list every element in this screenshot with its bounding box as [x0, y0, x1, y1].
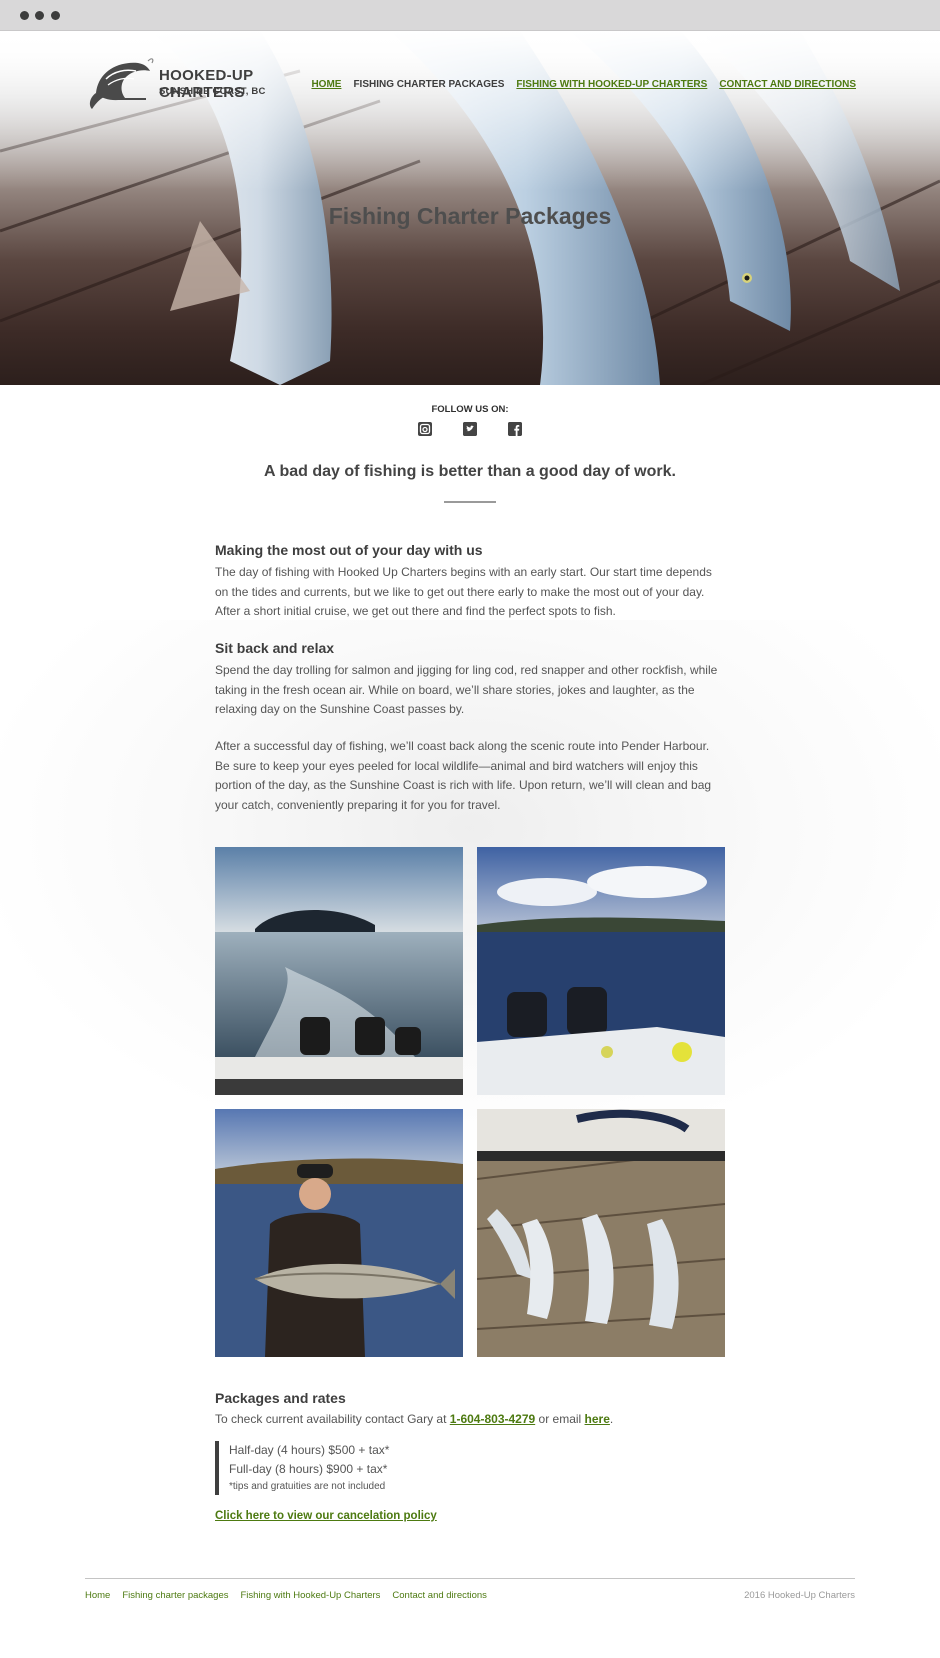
- packages-contact: To check current availability contact Ga…: [215, 1412, 613, 1426]
- hero-banner: HOOKED-UP CHARTERS SUNSHINE COAST, BC HO…: [0, 31, 940, 385]
- tagline-quote: A bad day of fishing is better than a go…: [264, 463, 676, 480]
- social-links: [0, 422, 940, 436]
- site-logo[interactable]: HOOKED-UP CHARTERS SUNSHINE COAST, BC: [86, 53, 298, 115]
- section-making-the-most: Making the most out of your day with us …: [215, 542, 725, 622]
- follow-label: FOLLOW US ON:: [431, 404, 509, 415]
- contact-middle: or email: [535, 1412, 585, 1426]
- section-body: Spend the day trolling for salmon and ji…: [215, 663, 718, 716]
- cancelation-policy-link[interactable]: Click here to view our cancelation polic…: [215, 1510, 437, 1522]
- nav-fishing-charter-packages[interactable]: FISHING CHARTER PACKAGES: [353, 79, 504, 90]
- divider: [444, 501, 496, 503]
- nav-fishing-with-hooked-up[interactable]: FISHING WITH HOOKED-UP CHARTERS: [516, 79, 707, 90]
- window-close-dot[interactable]: [20, 11, 29, 20]
- footer-link-fishing-with[interactable]: Fishing with Hooked-Up Charters: [240, 1590, 380, 1601]
- facebook-icon[interactable]: [508, 422, 522, 436]
- footer-link-home[interactable]: Home: [85, 1590, 110, 1601]
- rate-half-day: Half-day (4 hours) $500 + tax*: [229, 1443, 390, 1457]
- nav-home[interactable]: HOME: [311, 79, 341, 90]
- section-sit-back: Sit back and relax Spend the day trollin…: [215, 640, 725, 720]
- page-title: Fishing Charter Packages: [328, 203, 612, 229]
- section-heading: Making the most out of your day with us: [215, 542, 483, 558]
- browser-chrome: [0, 0, 940, 31]
- footer-link-packages[interactable]: Fishing charter packages: [122, 1590, 228, 1601]
- email-link[interactable]: here: [585, 1412, 610, 1426]
- site-location: SUNSHINE COAST, BC: [159, 86, 266, 97]
- photo-gallery: [215, 847, 725, 1357]
- phone-link[interactable]: 1-604-803-4279: [450, 1412, 535, 1426]
- contact-suffix: .: [609, 1412, 614, 1426]
- photo-ocean-view[interactable]: [477, 847, 725, 1095]
- copyright: 2016 Hooked-Up Charters: [744, 1590, 855, 1601]
- section-body: After a successful day of fishing, we’ll…: [215, 739, 712, 812]
- window-maximize-dot[interactable]: [51, 11, 60, 20]
- section-body: The day of fishing with Hooked Up Charte…: [215, 565, 712, 618]
- contact-prefix: To check current availability contact Ga…: [215, 1412, 450, 1426]
- rates-note: *tips and gratuities are not included: [229, 1481, 386, 1492]
- twitter-icon[interactable]: [463, 422, 477, 436]
- photo-angler-with-salmon[interactable]: [215, 1109, 463, 1357]
- rate-full-day: Full-day (8 hours) $900 + tax*: [229, 1462, 388, 1476]
- footer-divider: [85, 1578, 855, 1579]
- main-nav: HOME FISHING CHARTER PACKAGES FISHING WI…: [311, 79, 856, 90]
- footer-nav: Home Fishing charter packages Fishing wi…: [85, 1590, 487, 1601]
- section-return-trip: After a successful day of fishing, we’ll…: [215, 737, 725, 815]
- rates-blockquote: Half-day (4 hours) $500 + tax* Full-day …: [215, 1441, 389, 1495]
- instagram-icon[interactable]: [418, 422, 432, 436]
- photo-boat-wake[interactable]: [215, 847, 463, 1095]
- footer-link-contact[interactable]: Contact and directions: [392, 1590, 487, 1601]
- section-heading: Sit back and relax: [215, 640, 335, 656]
- nav-contact-directions[interactable]: CONTACT AND DIRECTIONS: [719, 79, 856, 90]
- window-minimize-dot[interactable]: [35, 11, 44, 20]
- photo-salmon-on-dock[interactable]: [477, 1109, 725, 1357]
- packages-heading: Packages and rates: [215, 1390, 346, 1406]
- leaping-salmon-icon: [89, 58, 154, 109]
